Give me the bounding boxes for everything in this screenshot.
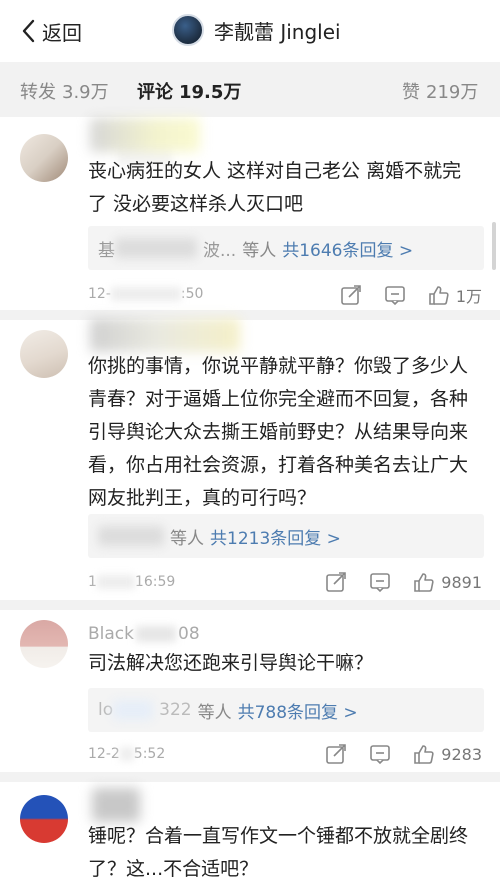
comment-text: 司法解决您还跑来引导舆论干嘛？ [88, 652, 374, 674]
avatar[interactable] [20, 330, 68, 378]
like-label: 赞 [402, 82, 420, 103]
thumbs-up-icon [429, 286, 449, 305]
blurred-username[interactable] [90, 318, 240, 352]
reply-summary[interactable]: 等人 共1213条回复 > [88, 514, 484, 558]
tab-like[interactable]: 赞 219万 [402, 78, 478, 104]
comment-text: 你挑的事情，你说平静就平静？你毁了多少人青春？对于逼婚上位你完全避而不回复，各种… [88, 355, 469, 509]
blurred-reply-names [98, 526, 164, 546]
time-part-2: 16:59 [134, 574, 176, 590]
chevron-left-icon [22, 19, 35, 43]
comment-text: 锤呢？合着一直写作文一个锤都不放就全剧终了？这...不合适吧？ [88, 825, 469, 880]
blurred-reply-names [113, 700, 154, 720]
avatar[interactable] [20, 620, 68, 668]
like-count: 9891 [441, 572, 482, 592]
username-hint-end: 08 [178, 624, 200, 644]
comment-label: 评论 [137, 82, 173, 103]
profile-name[interactable]: 李靓蕾 Jinglei [214, 16, 341, 45]
like-total-count: 219万 [426, 82, 479, 103]
comment-time: 12-2 5:52 [88, 746, 165, 762]
repost-count: 3.9万 [62, 82, 109, 103]
avatar[interactable] [20, 795, 68, 843]
divider [0, 310, 500, 320]
reply-suffix: 等人 [242, 240, 277, 261]
divider [0, 600, 500, 610]
reply-suffix: 等人 [197, 702, 232, 723]
comment-time: 12- :50 [88, 286, 203, 302]
top-nav-bar: 返回 李靓蕾 Jinglei [0, 0, 500, 62]
reply-name-hint-2: 322 [159, 700, 192, 720]
scrollbar[interactable] [492, 222, 496, 270]
comment-actions: 9891 [303, 571, 482, 593]
repost-label: 转发 [20, 82, 56, 103]
thumbs-up-icon [414, 745, 434, 764]
time-part: 12-2 [88, 746, 120, 762]
tab-repost[interactable]: 转发 3.9万 [20, 78, 109, 104]
reply-name-hint: lo [98, 700, 114, 720]
back-button[interactable]: 返回 [20, 16, 82, 46]
blurred-time [110, 287, 181, 301]
like-count: 9283 [441, 744, 482, 764]
reply-summary[interactable]: lo 322 等人 共788条回复 > [88, 688, 484, 732]
reply-name-hint: 基 [98, 240, 115, 261]
share-icon[interactable] [340, 284, 362, 306]
back-label: 返回 [42, 20, 82, 45]
comment-actions: 1万 [318, 283, 482, 307]
profile-header[interactable]: 李靓蕾 Jinglei [172, 14, 341, 46]
time-part: 1 [88, 574, 97, 590]
share-icon[interactable] [325, 743, 347, 765]
divider [0, 772, 500, 782]
blurred-username[interactable] [92, 788, 140, 822]
comment-icon[interactable] [369, 571, 391, 593]
like-button[interactable]: 9283 [413, 743, 482, 765]
like-button[interactable]: 1万 [428, 283, 482, 307]
comment-time: 1 16:59 [88, 574, 175, 590]
reply-summary[interactable]: 基 波... 等人 共1646条回复 > [88, 226, 484, 270]
blurred-time [119, 747, 134, 761]
tab-comment[interactable]: 评论 19.5万 [137, 78, 241, 104]
comment-icon[interactable] [369, 743, 391, 765]
reply-name-hint-2: 波... [203, 240, 237, 261]
time-part-2: 5:52 [133, 746, 166, 762]
stats-bar: 转发 3.9万 评论 19.5万 赞 219万 [0, 62, 500, 166]
reply-count-link[interactable]: 共1213条回复 > [210, 524, 341, 549]
blurred-time [96, 575, 135, 589]
username-hint[interactable]: Black 08 [88, 624, 200, 644]
comment-count: 19.5万 [179, 82, 242, 103]
blurred-reply-names [115, 238, 197, 258]
username-hint-start: Black [88, 624, 134, 644]
reply-count-link[interactable]: 共788条回复 > [238, 698, 358, 723]
like-count: 1万 [455, 287, 482, 306]
comment-actions: 9283 [303, 743, 482, 765]
reply-count-link[interactable]: 共1646条回复 > [282, 236, 413, 261]
comment-icon[interactable] [384, 284, 406, 306]
avatar[interactable] [20, 134, 68, 182]
blurred-username[interactable] [90, 118, 200, 152]
time-part-2: :50 [180, 286, 204, 302]
share-icon[interactable] [325, 571, 347, 593]
like-button[interactable]: 9891 [413, 571, 482, 593]
thumbs-up-icon [414, 573, 434, 592]
profile-avatar[interactable] [172, 14, 204, 46]
time-part: 12- [88, 286, 111, 302]
blurred-username [136, 626, 176, 642]
reply-suffix: 等人 [170, 528, 204, 549]
comment-text: 丧心病狂的女人 这样对自己老公 离婚不就完了 没必要这样杀人灭口吧 [88, 160, 462, 215]
